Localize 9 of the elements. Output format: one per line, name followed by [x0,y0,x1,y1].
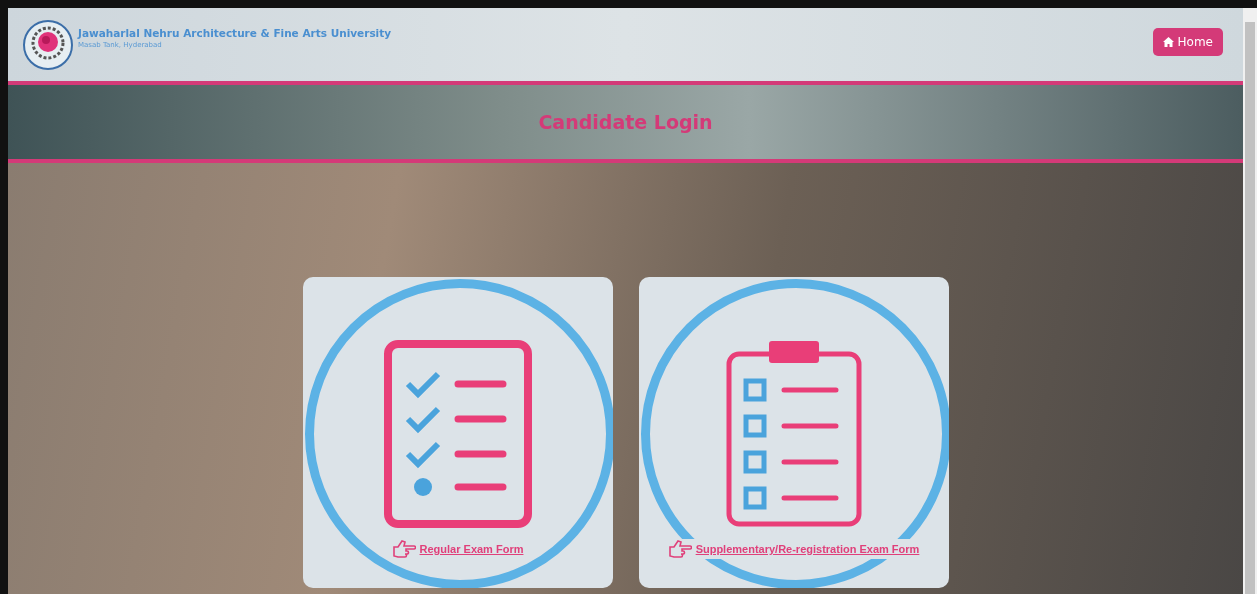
pointing-hand-icon [667,540,692,558]
pointing-hand-icon [391,540,416,558]
university-logo [22,18,74,71]
checklist-icon [382,339,533,529]
page-title: Candidate Login [538,111,713,133]
home-icon [1162,36,1174,47]
scrollbar[interactable] [1245,22,1255,594]
university-name: Jawaharlal Nehru Architecture & Fine Arts University [78,26,392,39]
home-button[interactable]: Home [1152,27,1223,56]
